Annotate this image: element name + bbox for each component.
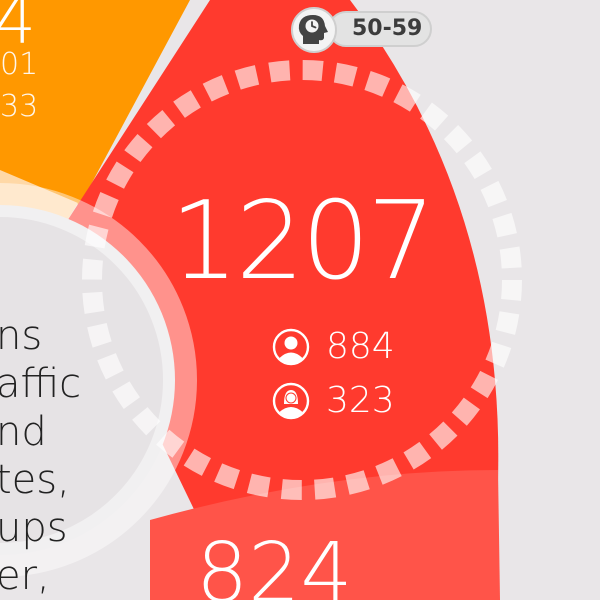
age-group-label: 50-59 — [352, 16, 423, 41]
female-count-row: 323 — [272, 382, 395, 420]
previous-segment-value: 4 — [0, 0, 36, 59]
center-text-line: ups — [0, 505, 68, 551]
male-user-icon — [272, 328, 310, 366]
center-text-line: affic — [0, 361, 82, 407]
age-group-badge[interactable]: 50-59 — [290, 6, 450, 53]
head-clock-icon — [291, 7, 337, 53]
center-text-line: tes, — [0, 457, 70, 503]
previous-segment-line2: 33 — [0, 89, 39, 124]
center-text-line: ns — [0, 313, 43, 359]
next-segment-value: 824 — [196, 526, 353, 600]
previous-segment-line1: 01 — [0, 47, 39, 82]
age-distribution-view: 4 01 33 1207 884 323 824 ns affic nd tes… — [0, 0, 600, 600]
center-description: ns affic nd tes, ups er, — [0, 312, 86, 600]
center-text-line: er, — [0, 553, 50, 599]
female-count: 323 — [326, 380, 395, 421]
center-text-line: nd — [0, 409, 47, 455]
male-count-row: 884 — [272, 328, 395, 366]
male-count: 884 — [326, 326, 395, 367]
segment-total: 1207 — [170, 179, 436, 304]
female-user-icon — [272, 382, 310, 420]
